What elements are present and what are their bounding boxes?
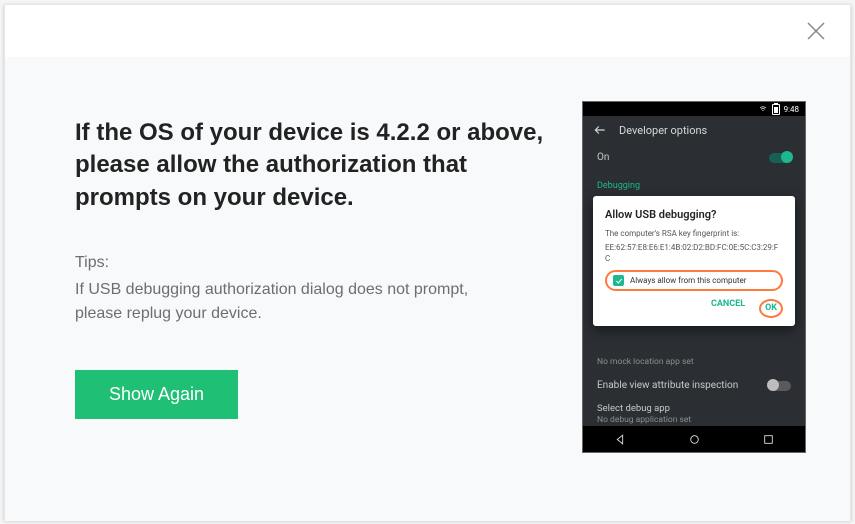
checkbox-icon — [613, 275, 624, 286]
toggle-switch-icon — [769, 153, 791, 163]
fingerprint-label: The computer's RSA key fingerprint is: — [605, 229, 783, 239]
show-again-button[interactable]: Show Again — [75, 370, 238, 419]
fingerprint-value: EE:62:57:E8:E6:E1:4B:02:D2:BD:FC:0E:5C:C… — [605, 243, 783, 264]
header-spacer — [5, 5, 850, 57]
tips-text: If USB debugging authorization dialog do… — [75, 278, 495, 326]
page-title: If the OS of your device is 4.2.2 or abo… — [75, 117, 552, 214]
row-select-debug-sub: No debug application set — [597, 415, 791, 426]
close-icon — [804, 19, 828, 43]
phone-appbar: Developer options — [583, 116, 805, 144]
battery-icon — [772, 104, 780, 115]
popup-title: Allow USB debugging? — [605, 208, 783, 221]
row-select-debug-title: Select debug app — [597, 403, 791, 415]
nav-home-icon — [688, 433, 701, 446]
section-debugging: Debugging — [583, 171, 805, 193]
dialog-body: If the OS of your device is 4.2.2 or abo… — [5, 57, 850, 521]
popup-ok: OK — [759, 299, 783, 318]
popup-cancel: CANCEL — [711, 299, 745, 318]
phone-master-toggle-row: On — [583, 144, 805, 171]
usb-debug-popup: Allow USB debugging? The computer's RSA … — [593, 196, 795, 326]
phone-statusbar: 9:48 — [583, 102, 805, 116]
nav-recent-icon — [762, 433, 775, 446]
phone-illustration: 9:48 Developer options On Debugging Allo… — [582, 101, 806, 453]
toggle-switch-off-icon — [769, 381, 791, 391]
popup-actions: CANCEL OK — [605, 299, 783, 318]
appbar-title: Developer options — [619, 124, 707, 137]
wifi-icon — [758, 105, 768, 113]
always-allow-label: Always allow from this computer — [630, 276, 746, 285]
tips-label: Tips: — [75, 254, 552, 272]
close-button[interactable] — [804, 19, 828, 43]
phone-navbar — [583, 426, 805, 452]
dialog-window: If the OS of your device is 4.2.2 or abo… — [4, 4, 851, 520]
always-allow-row: Always allow from this computer — [605, 270, 783, 291]
instructions-pane: If the OS of your device is 4.2.2 or abo… — [75, 97, 582, 481]
back-arrow-icon — [593, 123, 607, 137]
nav-back-icon — [614, 433, 627, 446]
row-view-attr: Enable view attribute inspection — [583, 374, 805, 397]
toggle-on-label: On — [597, 152, 609, 163]
row-view-attr-label: Enable view attribute inspection — [597, 380, 738, 391]
row-mock-location: No mock location app set — [583, 351, 805, 374]
phone-time: 9:48 — [784, 105, 799, 114]
